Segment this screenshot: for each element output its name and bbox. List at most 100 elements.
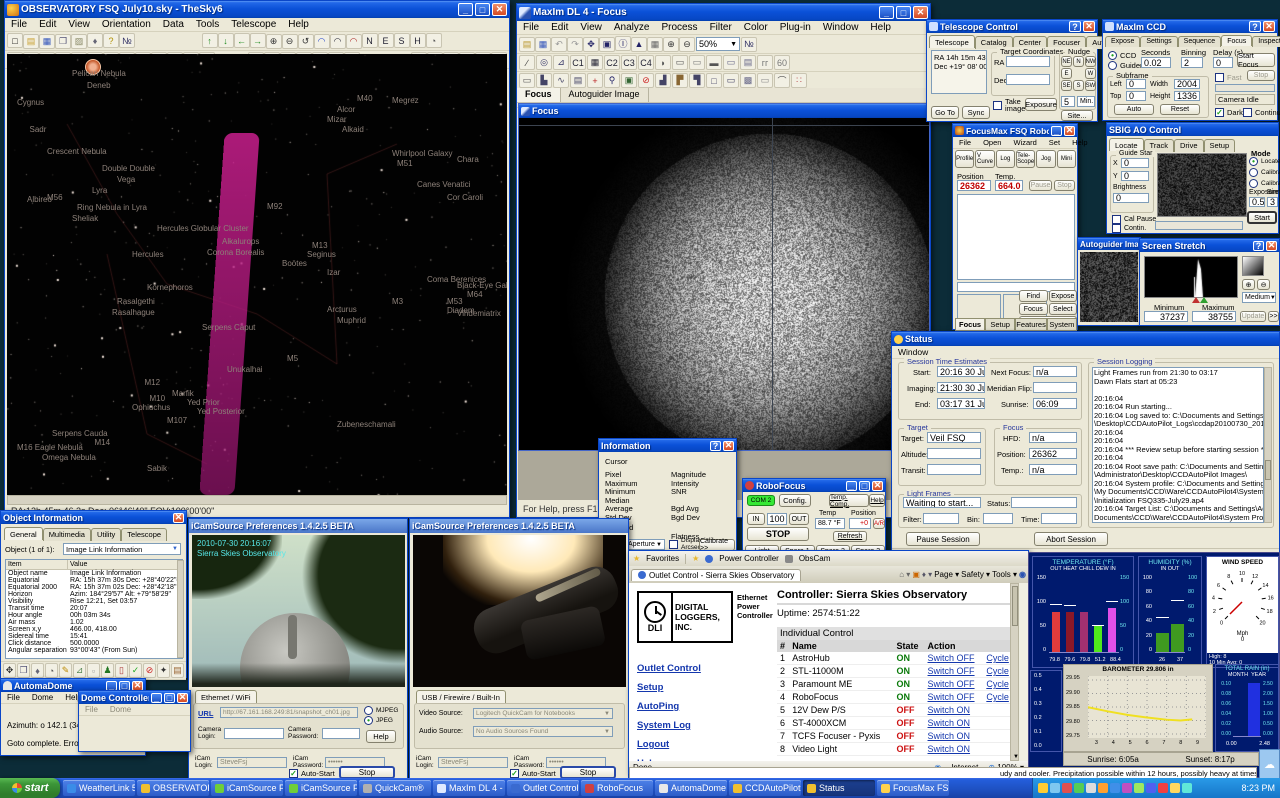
help-icon[interactable]: ◉ [1019,570,1026,579]
calibration-set-icon[interactable]: ▦ [587,55,603,70]
chart1-icon[interactable]: ▟ [655,73,671,88]
object-info-row[interactable]: Transit time20:07 [6,605,182,612]
dome-controller-titlebar[interactable]: Dome Controller _□✕ [79,691,190,704]
taskbar-button-8[interactable]: AutomaDome [655,780,727,796]
information-titlebar[interactable]: Information ?✕ [599,439,736,452]
tray-usb-icon[interactable] [1122,783,1132,793]
favorites-star-icon[interactable]: ★ [633,554,640,563]
west-icon[interactable]: H [410,33,426,48]
automadome-menu-1[interactable]: Dome [26,692,59,703]
help-icon[interactable]: № [741,37,757,52]
time-icon[interactable]: ◔ [426,33,442,48]
taskbar-button-9[interactable]: CCDAutoPilot Profes... [729,780,801,796]
close-button[interactable]: ✕ [1064,126,1075,136]
horizon-blue-icon[interactable]: ◠ [314,34,330,49]
x-input[interactable]: 0 [1121,158,1149,168]
minimize-button[interactable]: _ [458,3,473,16]
horizon-dark-icon[interactable]: ◠ [330,34,346,49]
minimize-button[interactable]: _ [846,481,857,491]
feeds-icon[interactable]: ▣ [912,570,920,579]
favorite-star-icon[interactable]: ★ [692,554,699,563]
dots-icon[interactable]: ∷ [791,73,807,88]
north-icon[interactable]: N [362,33,378,48]
taskbar-button-11[interactable]: FocusMax FSQ Rob... [877,780,949,796]
maxim-menu-9[interactable]: Help [864,21,897,34]
tab-utility[interactable]: Utility [91,528,121,541]
taskbar-button-7[interactable]: RoboFocus [581,780,653,796]
calibrate-icon[interactable]: C1 [570,55,586,70]
mjpeg-radio[interactable]: MJPEG [364,706,398,715]
zoom-in-icon[interactable]: ⊕ [266,34,282,49]
maximize-button[interactable]: □ [119,681,130,691]
switch-link[interactable]: Switch ON [928,731,971,741]
pano-icon[interactable]: ▭ [757,73,773,88]
goto-button[interactable]: Go To [931,106,959,119]
chart3-icon[interactable]: ▜ [689,73,705,88]
thesky6-menu-6[interactable]: Telescope [225,18,282,31]
thesky6-menu-2[interactable]: View [62,18,96,31]
zoom-in-icon[interactable]: ⊕ [663,37,679,52]
maximize-button[interactable]: □ [164,693,175,703]
column-value[interactable]: Value [68,560,89,569]
object-info-row[interactable]: Air mass1.02 [6,619,182,626]
url-link[interactable]: URL [198,709,213,718]
url-input[interactable]: http://67.161.168.249:81/snapshot_ch01.j… [220,707,358,718]
seconds-input[interactable]: 0.02 [1141,57,1171,68]
tab-usb-firewire[interactable]: USB / Firewire / Built-In [416,690,506,703]
binning-input[interactable]: 2 [1181,57,1203,68]
no-icon[interactable]: ⊘ [143,663,156,678]
start-focus-button[interactable]: Start Focus [1237,53,1275,67]
save-icon[interactable]: ▦ [535,37,551,52]
focus-image[interactable] [519,118,929,450]
tab-expose[interactable]: Expose [1105,36,1140,47]
object-info-row[interactable]: Equatorial 2000RA: 15h 37m 02s Dec: +28°… [6,584,182,591]
log-scrollbar[interactable] [1264,367,1272,523]
histo-icon[interactable]: ▙ [536,73,552,88]
arc-icon[interactable]: ⌒ [774,73,790,88]
object-info-row[interactable]: HorizonAzim: 184°29'57" Alt: +79°58'29" [6,591,182,598]
pause-button[interactable]: Pause [1029,180,1052,191]
tab-focus[interactable]: Focus [517,88,561,102]
in-button[interactable]: IN [747,513,765,525]
help-button[interactable]: ? [1253,241,1264,251]
favorites-label[interactable]: Favorites [646,554,679,563]
mode-calibrate-ao-radio[interactable]: Calibrate AO [1249,179,1280,188]
width-input[interactable]: 2004 [1174,79,1200,89]
focus-button[interactable]: Focus [1019,303,1048,315]
arrow-icon[interactable]: ▲ [631,37,647,52]
dark-checkbox[interactable]: ✓Dark [1215,108,1243,117]
help-button[interactable]: Help [366,730,396,743]
stop-button[interactable]: Stop [1054,180,1075,191]
object-info-row[interactable]: EquatorialRA: 15h 37m 30s Dec: +28°40'22… [6,577,182,584]
guide-icon[interactable]: ▭ [689,55,705,70]
ftp-icon[interactable]: ᴦᴦ [757,55,773,70]
zoom-select[interactable]: 50%▼ [696,37,740,51]
tab-focus[interactable]: Focus [1221,35,1252,46]
ccd-radio[interactable]: •CCD [1108,51,1136,60]
object-info-row[interactable]: Click distance500.0000 [6,640,182,647]
sidebar-link-autoping[interactable]: AutoPing [637,701,679,712]
site-button[interactable]: Site... [1061,110,1093,121]
minimum-input[interactable]: 37237 [1144,311,1188,322]
switch-link[interactable]: Switch ON [928,744,971,754]
tab-setup[interactable]: Setup [985,318,1015,331]
maxim-menu-2[interactable]: View [574,21,608,34]
stop-button[interactable]: Stop [1247,70,1275,81]
switch-link[interactable]: Switch OFF [928,653,975,663]
taskbar-button-6[interactable]: Outlet Control - Sier... [507,780,579,796]
tab-sequence[interactable]: Sequence [1178,36,1222,47]
cycle-link[interactable]: Cycle [986,692,1009,702]
object-info-vscroll[interactable] [177,560,184,658]
focusmax-titlebar[interactable]: FocusMax FSQ Robo... _✕ [953,124,1077,137]
object-info-table[interactable]: Item Value Object nameImage Link Informa… [5,559,183,659]
tab-ethernet-wifi[interactable]: Ethernet / WiFi [195,690,257,703]
tele--button[interactable]: Tele- Scope [1016,150,1035,168]
close-button[interactable]: ✕ [723,441,734,451]
levels-icon[interactable]: ▤ [570,73,586,88]
sky-chart[interactable]: Pelican NebulaDenebCygnusSadrCrescent Ne… [7,54,507,495]
taskbar-button-5[interactable]: MaxIm DL 4 - Focus [433,780,505,796]
camera-ctrl-icon[interactable]: ▭ [672,55,688,70]
out-button[interactable]: OUT [789,513,809,525]
maxim-titlebar[interactable]: MaxIm DL 4 - Focus _□✕ [517,4,930,21]
center-icon[interactable]: ✦ [157,663,170,678]
